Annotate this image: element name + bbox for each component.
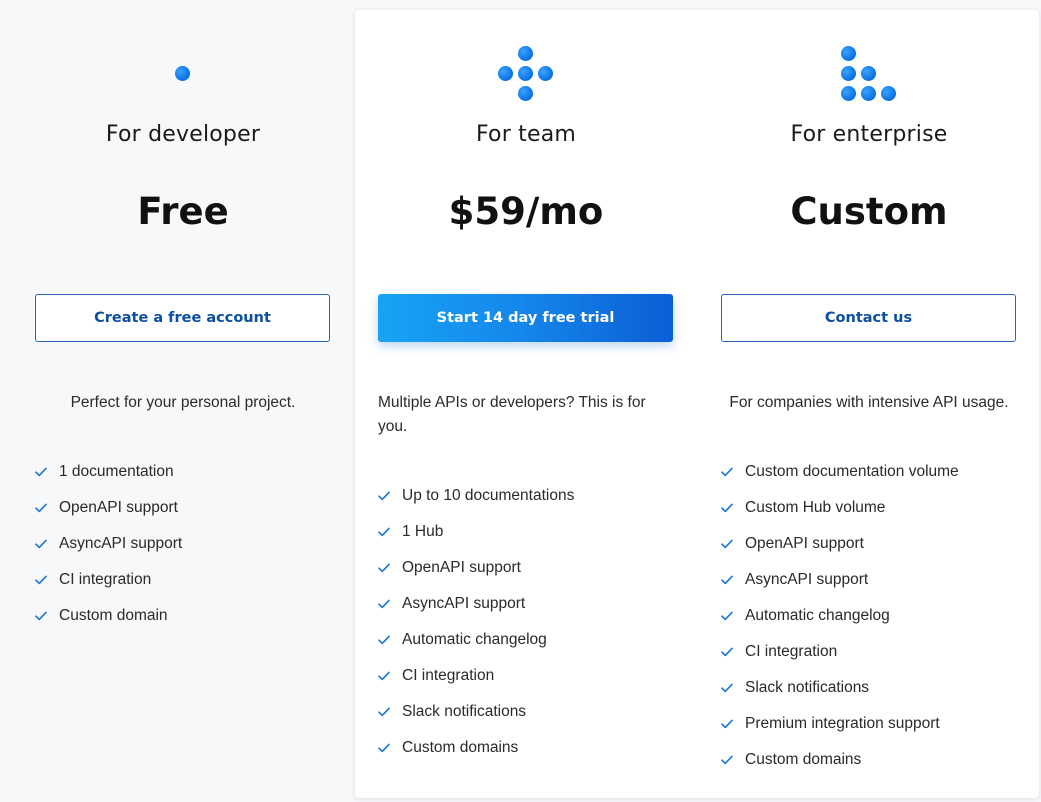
feature-item: CI integration (35, 562, 331, 598)
check-icon (721, 467, 745, 477)
plan-description: Perfect for your personal project. (70, 394, 296, 411)
feature-item: Automatic changelog (378, 622, 674, 658)
check-icon (378, 743, 402, 753)
single-dot-icon (35, 0, 331, 110)
feature-item: Custom Hub volume (721, 490, 1017, 526)
check-icon (721, 575, 745, 585)
feature-label: 1 documentation (59, 463, 174, 480)
feature-label: OpenAPI support (59, 499, 178, 516)
feature-list: Up to 10 documentations 1 Hub OpenAPI su… (378, 478, 674, 766)
feature-item: OpenAPI support (721, 526, 1017, 562)
check-icon (721, 755, 745, 765)
feature-label: AsyncAPI support (745, 571, 869, 588)
plan-price: Custom (790, 190, 948, 233)
feature-label: CI integration (59, 571, 152, 588)
feature-item: Premium integration support (721, 706, 1017, 742)
plan-description: For companies with intensive API usage. (729, 394, 1009, 411)
start-free-trial-button[interactable]: Start 14 day free trial (378, 294, 673, 342)
feature-label: Custom Hub volume (745, 499, 886, 516)
check-icon (35, 503, 59, 513)
feature-item: Up to 10 documentations (378, 478, 674, 514)
feature-label: Up to 10 documentations (402, 487, 575, 504)
check-icon (721, 539, 745, 549)
check-icon (721, 683, 745, 693)
check-icon (35, 467, 59, 477)
feature-item: Custom documentation volume (721, 454, 1017, 490)
plan-name: For developer (105, 122, 261, 147)
plan-name: For enterprise (790, 122, 948, 147)
feature-label: AsyncAPI support (402, 595, 526, 612)
check-icon (35, 611, 59, 621)
plan-name: For team (475, 122, 577, 147)
check-icon (721, 647, 745, 657)
feature-item: OpenAPI support (35, 490, 331, 526)
feature-item: OpenAPI support (378, 550, 674, 586)
feature-item: CI integration (721, 634, 1017, 670)
feature-label: CI integration (745, 643, 838, 660)
plan-price: Free (137, 190, 229, 233)
feature-item: Custom domain (35, 598, 331, 634)
feature-label: Custom domains (402, 739, 519, 756)
feature-label: Slack notifications (745, 679, 870, 696)
check-icon (378, 671, 402, 681)
check-icon (721, 611, 745, 621)
feature-label: 1 Hub (402, 523, 444, 540)
feature-item: 1 documentation (35, 454, 331, 490)
feature-item: Slack notifications (378, 694, 674, 730)
dot-cross-icon (378, 0, 674, 110)
feature-label: Slack notifications (402, 703, 527, 720)
check-icon (378, 635, 402, 645)
contact-us-button[interactable]: Contact us (721, 294, 1016, 342)
check-icon (378, 599, 402, 609)
feature-item: Slack notifications (721, 670, 1017, 706)
feature-item: AsyncAPI support (35, 526, 331, 562)
check-icon (378, 563, 402, 573)
feature-list: 1 documentation OpenAPI support AsyncAPI… (35, 454, 331, 634)
feature-label: OpenAPI support (745, 535, 864, 552)
feature-item: AsyncAPI support (721, 562, 1017, 598)
check-icon (378, 527, 402, 537)
check-icon (35, 575, 59, 585)
feature-label: Custom documentation volume (745, 463, 959, 480)
plan-description: Multiple APIs or developers? This is for… (378, 394, 646, 435)
create-free-account-button[interactable]: Create a free account (35, 294, 330, 342)
feature-label: Premium integration support (745, 715, 940, 732)
feature-item: Automatic changelog (721, 598, 1017, 634)
check-icon (721, 503, 745, 513)
feature-item: CI integration (378, 658, 674, 694)
feature-list: Custom documentation volume Custom Hub v… (721, 454, 1017, 778)
feature-label: AsyncAPI support (59, 535, 183, 552)
feature-label: Automatic changelog (745, 607, 890, 624)
feature-item: Custom domains (378, 730, 674, 766)
plan-price: $59/mo (448, 190, 604, 233)
feature-item: Custom domains (721, 742, 1017, 778)
check-icon (378, 707, 402, 717)
feature-label: Custom domains (745, 751, 862, 768)
dot-staircase-icon (721, 0, 1017, 110)
feature-label: Automatic changelog (402, 631, 547, 648)
check-icon (721, 719, 745, 729)
feature-label: Custom domain (59, 607, 168, 624)
feature-item: AsyncAPI support (378, 586, 674, 622)
feature-label: CI integration (402, 667, 495, 684)
check-icon (378, 491, 402, 501)
check-icon (35, 539, 59, 549)
feature-label: OpenAPI support (402, 559, 521, 576)
feature-item: 1 Hub (378, 514, 674, 550)
